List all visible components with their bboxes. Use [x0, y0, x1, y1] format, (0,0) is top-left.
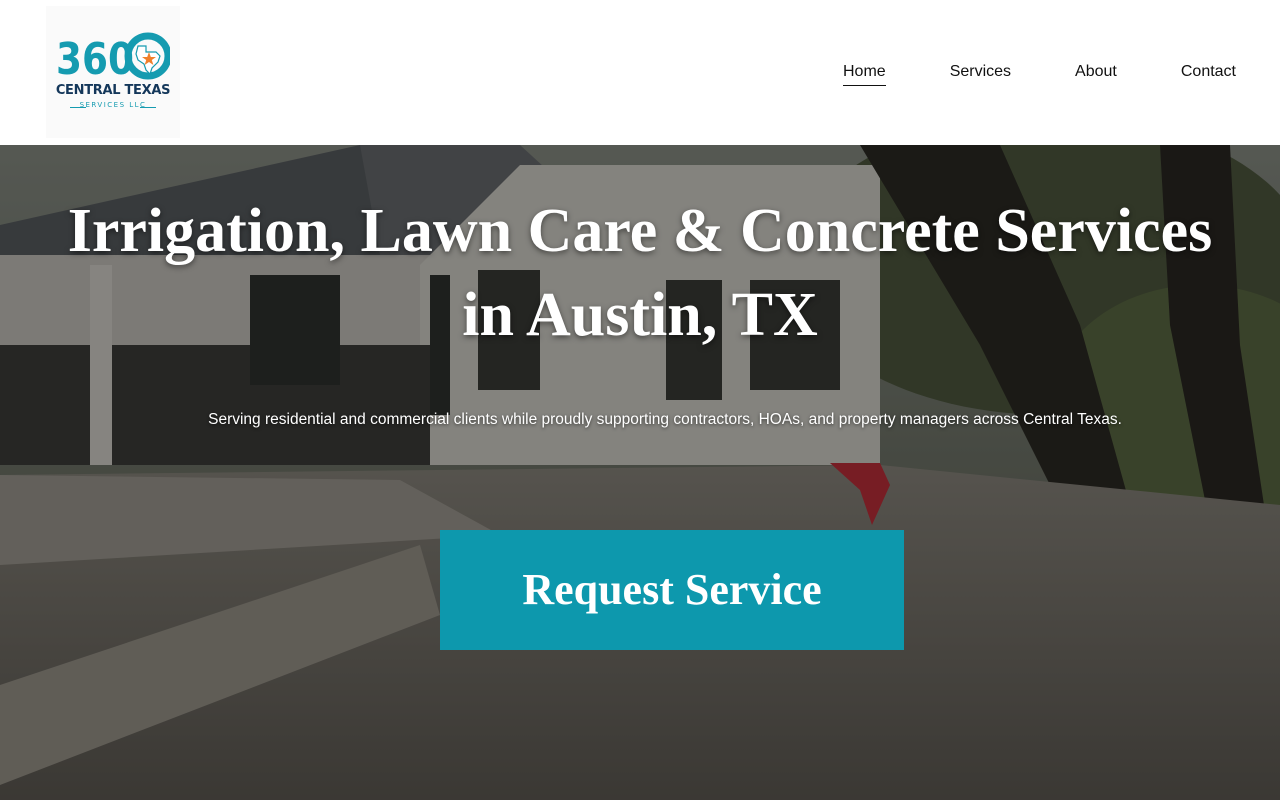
nav-home-link[interactable]: Home [843, 62, 886, 86]
site-header: 360 CENTRAL TEXAS SERVICES LLC Home Serv… [0, 0, 1280, 145]
logo-company-name: CENTRAL TEXAS [55, 83, 171, 98]
company-logo[interactable]: 360 CENTRAL TEXAS SERVICES LLC [46, 6, 180, 138]
main-nav: Home Services About Contact [843, 62, 1236, 86]
logo-360-mark: 360 [56, 32, 170, 82]
hero-title-line1: Irrigation, Lawn Care & Concrete Service… [67, 197, 1213, 265]
nav-contact-link[interactable]: Contact [1181, 62, 1236, 86]
nav-services-link[interactable]: Services [950, 62, 1011, 86]
logo-divider-right [140, 107, 156, 108]
hero-section: Irrigation, Lawn Care & Concrete Service… [0, 145, 1280, 800]
hero-subtitle: Serving residential and commercial clien… [208, 411, 1122, 428]
hero-title: Irrigation, Lawn Care & Concrete Service… [20, 189, 1260, 357]
logo-company-suffix: SERVICES LLC [79, 101, 147, 109]
logo-mark-text: 360 [56, 34, 134, 82]
nav-about-link[interactable]: About [1075, 62, 1117, 86]
hero-title-line2: in Austin, TX [462, 281, 818, 349]
request-service-button[interactable]: Request Service [440, 530, 904, 650]
